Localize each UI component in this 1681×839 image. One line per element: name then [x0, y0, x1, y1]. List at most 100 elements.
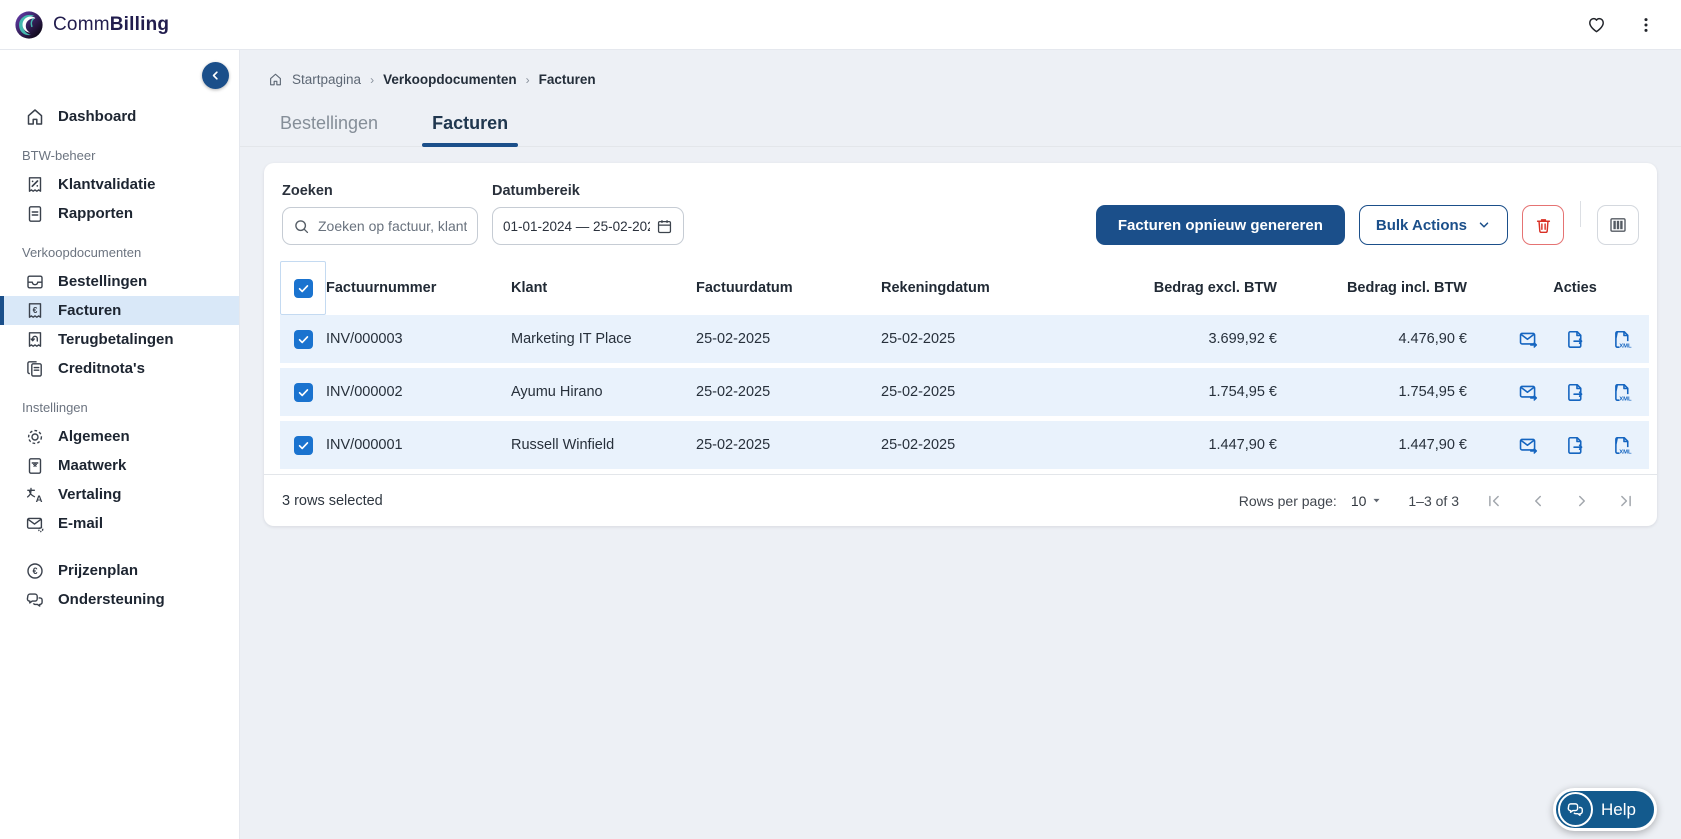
sidebar-item-bestellingen[interactable]: Bestellingen [0, 267, 239, 296]
delete-selected-button[interactable] [1522, 205, 1564, 245]
search-label: Zoeken [282, 183, 333, 199]
sidebar-collapse-button[interactable] [202, 62, 229, 89]
sidebar-item-label: Dashboard [58, 108, 137, 125]
sidebar-item-label: Facturen [58, 302, 122, 319]
cell-amount-excl: 3.699,92 € [1208, 331, 1277, 347]
kebab-menu-button[interactable] [1637, 16, 1655, 34]
xml-file-button[interactable]: XML [1612, 329, 1633, 350]
check-icon [298, 388, 308, 396]
table-row[interactable]: INV/000001 Russell Winfield 25-02-2025 2… [280, 421, 1649, 469]
cell-client: Marketing IT Place [511, 331, 632, 347]
pagination-range-text: 1–3 of 3 [1408, 492, 1459, 509]
select-row-checkbox[interactable] [293, 329, 313, 349]
xml-file-icon: XML [1614, 330, 1632, 349]
help-label: Help [1601, 799, 1636, 819]
column-header-factuurdatum[interactable]: Factuurdatum [696, 280, 881, 296]
export-file-button[interactable] [1565, 435, 1586, 456]
cell-client: Ayumu Hirano [511, 384, 603, 400]
sidebar-item-label: Rapporten [58, 205, 133, 222]
export-file-button[interactable] [1565, 382, 1586, 403]
column-header-bedrag-excl[interactable]: Bedrag excl. BTW [1116, 280, 1311, 296]
sidebar-item-label: Algemeen [58, 428, 130, 445]
trash-icon [1536, 218, 1550, 233]
cell-billing-date: 25-02-2025 [881, 384, 956, 400]
send-email-icon [1519, 385, 1537, 401]
select-all-checkbox[interactable] [293, 278, 313, 298]
first-page-button[interactable] [1485, 492, 1503, 510]
last-page-icon [1621, 495, 1631, 506]
breadcrumb-home-icon[interactable] [268, 72, 283, 87]
breadcrumb-startpagina[interactable]: Startpagina [292, 72, 361, 87]
sidebar-item-label: Vertaling [58, 486, 122, 503]
column-header-rekeningdatum[interactable]: Rekeningdatum [881, 280, 1116, 296]
select-row-checkbox[interactable] [293, 382, 313, 402]
sidebar-item-label: Ondersteuning [58, 591, 165, 608]
sidebar-item-label: E-mail [58, 515, 104, 532]
sidebar-item-maatwerk[interactable]: * Maatwerk [0, 451, 239, 480]
bulk-actions-button[interactable]: Bulk Actions [1358, 205, 1508, 245]
sidebar-item-algemeen[interactable]: Algemeen [0, 422, 239, 451]
sidebar-item-email[interactable]: E-mail [0, 509, 239, 538]
check-icon [298, 284, 308, 292]
chevron-right-icon [1579, 495, 1585, 506]
sidebar-item-prijzenplan[interactable]: € Prijzenplan [0, 556, 239, 585]
svg-text:A: A [36, 494, 43, 505]
cell-billing-date: 25-02-2025 [881, 437, 956, 453]
send-email-button[interactable] [1518, 382, 1539, 403]
brand: CommBilling [14, 10, 169, 40]
receipt-return-icon [25, 330, 45, 350]
help-button[interactable]: Help [1553, 788, 1657, 831]
sidebar-item-rapporten[interactable]: Rapporten [0, 199, 239, 228]
home-icon [25, 107, 45, 127]
kebab-menu-icon [1644, 17, 1648, 32]
table-row[interactable]: INV/000002 Ayumu Hirano 25-02-2025 25-02… [280, 368, 1649, 416]
cell-invoice-date: 25-02-2025 [696, 437, 771, 453]
gear-icon [25, 427, 45, 447]
column-header-klant[interactable]: Klant [511, 280, 696, 296]
date-range-input[interactable]: 01-01-2024 — 25-02-202 [492, 207, 684, 245]
search-input[interactable] [318, 218, 467, 234]
sidebar-item-terugbetalingen[interactable]: Terugbetalingen [0, 325, 239, 354]
translate-icon: A [25, 485, 45, 505]
cell-invoice-number: INV/000002 [326, 384, 403, 400]
manage-columns-button[interactable] [1597, 205, 1639, 245]
sidebar-item-facturen[interactable]: € Facturen [0, 296, 239, 325]
tab-bar: Bestellingen Facturen [240, 87, 1681, 147]
xml-file-button[interactable]: XML [1612, 435, 1633, 456]
tab-bestellingen[interactable]: Bestellingen [270, 113, 388, 146]
sidebar-item-ondersteuning[interactable]: Ondersteuning [0, 585, 239, 614]
row-actions: XML [1501, 382, 1649, 403]
export-file-icon [1567, 330, 1582, 348]
brand-suffix: Billing [109, 13, 170, 35]
export-file-icon [1567, 436, 1582, 454]
send-email-button[interactable] [1518, 329, 1539, 350]
cell-amount-incl: 1.754,95 € [1398, 384, 1467, 400]
check-icon [298, 335, 308, 343]
column-header-factuurnummer[interactable]: Factuurnummer [326, 280, 511, 296]
column-header-bedrag-incl[interactable]: Bedrag incl. BTW [1311, 280, 1501, 296]
pagination [1485, 492, 1635, 510]
export-file-button[interactable] [1565, 329, 1586, 350]
sidebar-item-dashboard[interactable]: Dashboard [0, 102, 239, 131]
sidebar-item-vertaling[interactable]: A Vertaling [0, 480, 239, 509]
xml-file-button[interactable]: XML [1612, 382, 1633, 403]
previous-page-button[interactable] [1529, 492, 1547, 510]
breadcrumb-verkoopdocumenten[interactable]: Verkoopdocumenten [383, 72, 517, 87]
table-row[interactable]: INV/000003 Marketing IT Place 25-02-2025… [280, 315, 1649, 363]
tab-facturen[interactable]: Facturen [422, 113, 519, 147]
brand-name: CommBilling [53, 14, 169, 36]
credit-notes-icon [25, 359, 45, 379]
sidebar-nav: Dashboard BTW-beheer Klantvalidatie Rapp… [0, 50, 239, 614]
favorites-heart-button[interactable] [1586, 14, 1607, 35]
sidebar-item-creditnotas[interactable]: Creditnota's [0, 354, 239, 383]
sidebar-item-label: Terugbetalingen [58, 331, 174, 348]
select-row-checkbox[interactable] [293, 435, 313, 455]
breadcrumb-separator: › [370, 72, 375, 87]
sidebar-item-klantvalidatie[interactable]: Klantvalidatie [0, 170, 239, 199]
regenerate-invoices-button[interactable]: Facturen opnieuw genereren [1095, 205, 1345, 245]
chevron-left-icon [212, 71, 218, 80]
send-email-button[interactable] [1518, 435, 1539, 456]
last-page-button[interactable] [1617, 492, 1635, 510]
rows-per-page-select[interactable]: 10 [1351, 493, 1383, 509]
next-page-button[interactable] [1573, 492, 1591, 510]
